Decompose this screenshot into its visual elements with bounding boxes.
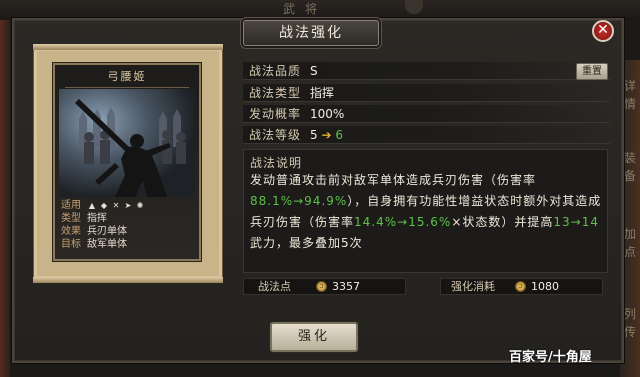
cavalry-icon: ▲ xyxy=(88,200,96,210)
level-label: 战法等级 xyxy=(249,128,302,142)
card-info-key: 效果 xyxy=(61,226,81,237)
enhance-cost-bar: 强化消耗 ↄ 1080 xyxy=(440,278,603,295)
siege-icon: ✺ xyxy=(136,200,144,210)
description-title: 战法说明 xyxy=(250,156,303,170)
right-tab-char: 列 xyxy=(623,307,636,321)
rate-value: 100% xyxy=(310,107,345,121)
background-left-edge xyxy=(0,20,10,377)
skill-point-coin-icon: ↄ xyxy=(316,281,327,292)
card-info-key: 目标 xyxy=(61,239,81,250)
right-tab-char: 加 xyxy=(623,227,636,241)
reset-button[interactable]: 重置 xyxy=(576,63,608,80)
rate-label: 发动概率 xyxy=(249,107,302,121)
skill-card-title: 弓腰姬 xyxy=(107,70,147,83)
enhance-cost-value: 1080 xyxy=(531,280,559,293)
level-value: 5 ➔ 6 xyxy=(310,126,343,144)
desc-part: ×状态数）并提高 xyxy=(451,215,554,229)
level-to: 6 xyxy=(335,128,343,142)
card-info: 适用 ▲ ◆ ✕ ➤ ✺ 类型 指挥 效果 兵刃单体 目标 敌军单体 xyxy=(61,199,197,251)
skill-points-bar: 战法点 ↄ 3357 xyxy=(243,278,406,295)
skill-points-value: 3357 xyxy=(332,280,360,293)
quality-value: S xyxy=(310,64,318,78)
card-info-key: 适用 xyxy=(61,200,81,211)
attr-row-rate: 发动概率 100% xyxy=(243,105,610,123)
shield-icon: ◆ xyxy=(100,200,108,210)
level-from: 5 xyxy=(310,128,318,142)
desc-highlight: 14.4%→15.6% xyxy=(354,215,452,229)
bow-icon: ✕ xyxy=(112,200,120,210)
attr-row-quality: 战法品质 S xyxy=(243,62,610,80)
dialog-title: 战法强化 xyxy=(243,20,379,46)
desc-part: 武力，最多叠加5次 xyxy=(250,236,363,250)
close-button[interactable]: ✕ xyxy=(592,20,614,42)
enhance-cost-label: 强化消耗 xyxy=(451,280,495,293)
card-info-value: 敌军单体 xyxy=(87,239,127,250)
quality-label: 战法品质 xyxy=(249,64,302,78)
right-tab-char: 传 xyxy=(623,325,636,339)
card-info-row: 效果 兵刃单体 xyxy=(61,225,197,238)
type-value: 指挥 xyxy=(310,86,335,100)
right-tab-char: 装 xyxy=(623,151,636,165)
background-title: 武将 xyxy=(282,2,327,16)
skill-points-label: 战法点 xyxy=(258,280,291,293)
card-info-key: 类型 xyxy=(61,213,81,224)
card-info-row: 目标 敌军单体 xyxy=(61,238,197,251)
right-tab-char: 点 xyxy=(623,245,636,259)
attr-row-level: 战法等级 5 ➔ 6 xyxy=(243,126,610,144)
scroll-rod-bottom xyxy=(33,277,223,283)
close-icon[interactable]: ✕ xyxy=(597,22,609,38)
right-tab-char: 详 xyxy=(623,79,636,93)
card-divider xyxy=(65,87,189,88)
scroll-rod-top xyxy=(33,44,223,50)
card-info-row: 类型 指挥 xyxy=(61,212,197,225)
enhance-button[interactable]: 强化 xyxy=(270,322,358,352)
watermark: 百家号/十角屋 xyxy=(509,350,592,365)
card-info-value: 指挥 xyxy=(87,213,107,224)
skill-card-art xyxy=(59,89,195,197)
warrior-silhouette-icon xyxy=(59,89,195,197)
type-label: 战法类型 xyxy=(249,86,302,100)
desc-highlight: 13→14 xyxy=(553,215,599,229)
attr-row-type: 战法类型 指挥 xyxy=(243,84,610,102)
right-tab-char: 情 xyxy=(623,97,636,111)
troop-type-icons: ▲ ◆ ✕ ➤ ✺ xyxy=(87,199,145,212)
desc-highlight: 88.1%→94.9% xyxy=(250,194,348,208)
description-text: 发动普通攻击前对敌军单体造成兵刃伤害（伤害率88.1%→94.9%），自身拥有功… xyxy=(250,170,602,254)
cost-coin-icon: ↄ xyxy=(515,281,526,292)
right-tab-char: 备 xyxy=(623,169,636,183)
card-info-row: 适用 ▲ ◆ ✕ ➤ ✺ xyxy=(61,199,197,212)
level-arrow-icon: ➔ xyxy=(321,128,332,142)
spear-icon: ➤ xyxy=(124,200,132,210)
desc-part: 发动普通攻击前对敌军单体造成兵刃伤害（伤害率 xyxy=(250,173,537,187)
card-info-value: 兵刃单体 xyxy=(87,226,127,237)
skill-card: 弓腰姬 适用 ▲ ◆ ✕ ➤ ✺ 类型 指挥 效果 兵刃单体 目标 敌军单体 xyxy=(53,63,201,261)
description-box: 战法说明 发动普通攻击前对敌军单体造成兵刃伤害（伤害率88.1%→94.9%），… xyxy=(243,149,608,273)
